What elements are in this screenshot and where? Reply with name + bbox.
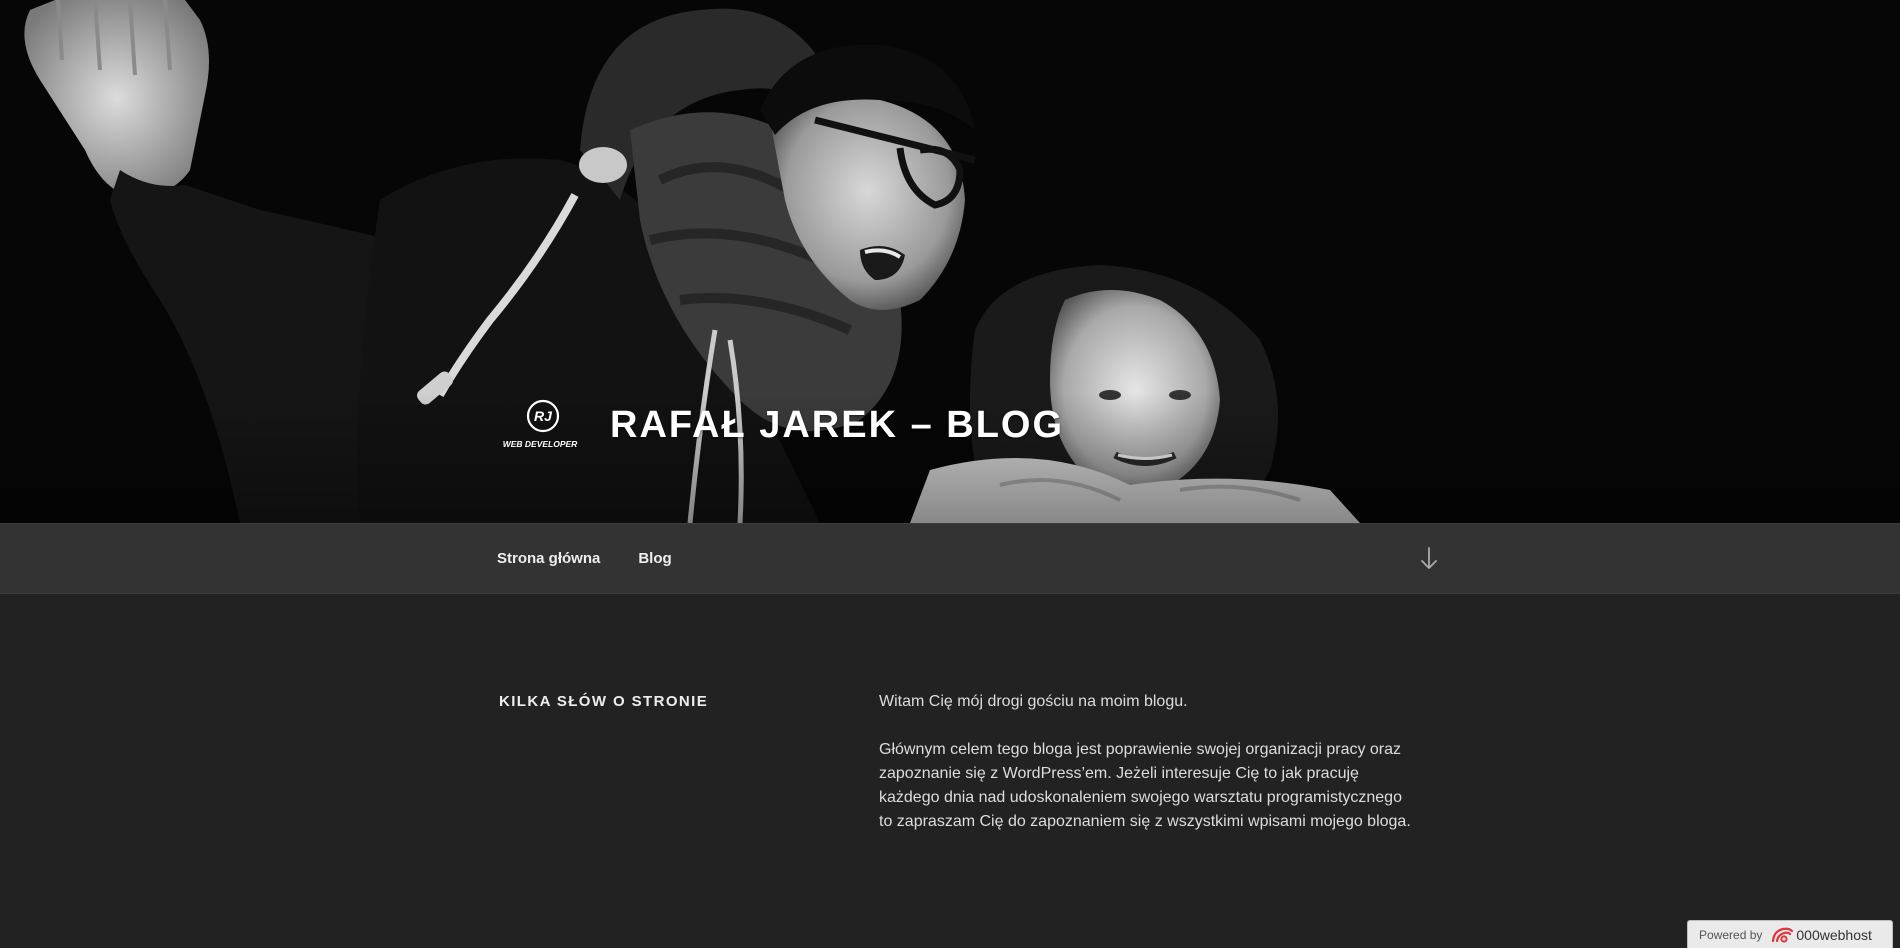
widget-title: KILKA SŁÓW O STRONIE bbox=[499, 693, 709, 710]
site-title[interactable]: RAFAŁ JAREK – BLOG bbox=[610, 406, 1064, 444]
logo-icon: RJ WEB DEVELOPER bbox=[503, 399, 578, 449]
powered-by-label: Powered by bbox=[1699, 927, 1763, 942]
powered-by-badge[interactable]: Powered by 000webhost bbox=[1687, 920, 1893, 948]
logo-text: WEB DEVELOPER bbox=[503, 439, 578, 449]
logo-initials: RJ bbox=[534, 408, 553, 424]
widget-paragraph: Głównym celem tego bloga jest poprawieni… bbox=[879, 741, 1411, 830]
scroll-down-button[interactable] bbox=[1417, 546, 1441, 572]
page: RJ WEB DEVELOPER RAFAŁ JAREK – BLOG Stro… bbox=[0, 0, 1900, 948]
webhost-logo-icon bbox=[1772, 927, 1794, 943]
arrow-down-icon bbox=[1421, 547, 1437, 569]
site-logo[interactable]: RJ WEB DEVELOPER bbox=[495, 395, 585, 455]
site-branding: RJ WEB DEVELOPER RAFAŁ JAREK – BLOG bbox=[495, 395, 1064, 455]
main-navigation: Strona główna Blog bbox=[0, 523, 1900, 594]
powered-by-brand: 000webhost bbox=[1796, 926, 1872, 943]
nav-item-home: Strona główna bbox=[497, 550, 600, 568]
nav-item-blog: Blog bbox=[638, 550, 671, 568]
nav-link-home[interactable]: Strona główna bbox=[497, 550, 600, 567]
widget-text: Witam Cię mój drogi gościu na moim blogu… bbox=[879, 690, 1419, 858]
site-content: KILKA SŁÓW O STRONIE Witam Cię mój drogi… bbox=[0, 594, 1900, 948]
site-header: RJ WEB DEVELOPER RAFAŁ JAREK – BLOG bbox=[0, 0, 1900, 523]
nav-menu: Strona główna Blog bbox=[497, 524, 672, 593]
nav-link-blog[interactable]: Blog bbox=[638, 550, 671, 567]
widget-paragraph: Witam Cię mój drogi gościu na moim blogu… bbox=[879, 693, 1188, 710]
